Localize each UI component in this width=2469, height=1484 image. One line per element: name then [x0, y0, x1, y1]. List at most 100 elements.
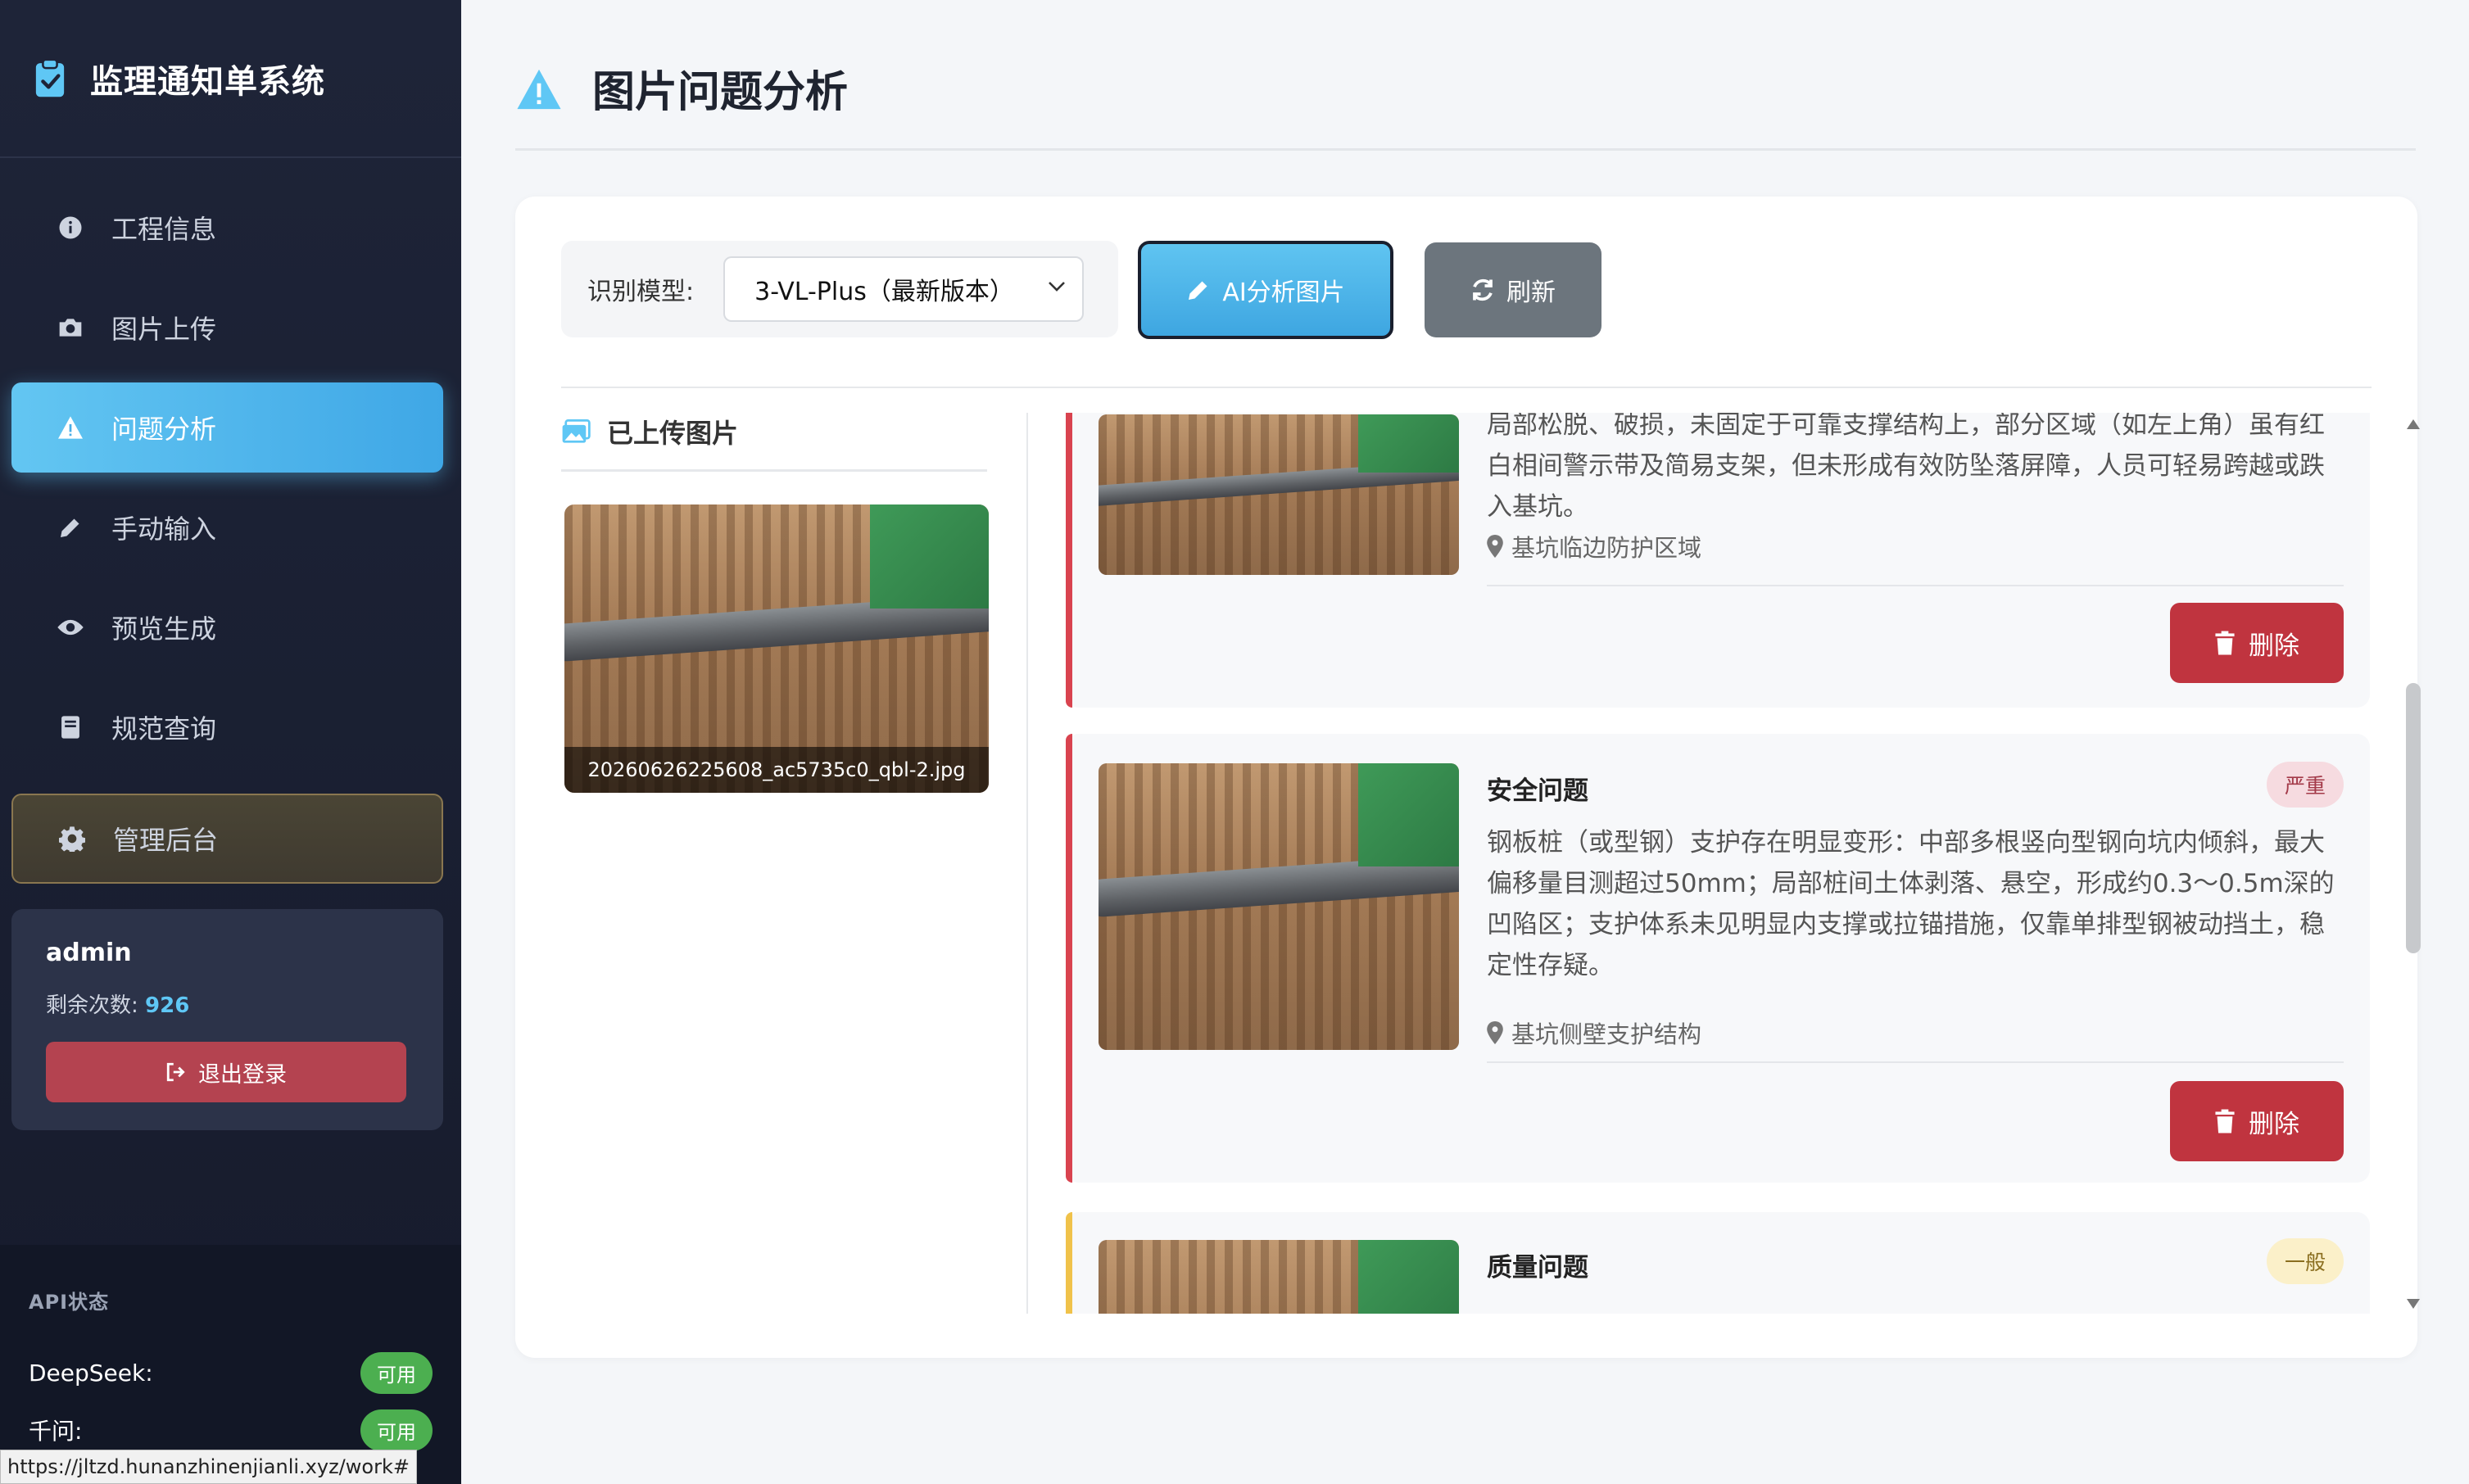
issue-description: 局部松脱、破损，未固定于可靠支撑结构上，部分区域（如左上角）虽有红白相间警示带及…: [1487, 413, 2325, 522]
sidebar-item-label: 管理后台: [113, 825, 219, 856]
page-header: 图片问题分析: [515, 57, 2416, 151]
api-name: 千问:: [29, 1418, 83, 1445]
sidebar-item-preview-generate[interactable]: 预览生成: [11, 582, 443, 672]
camera-icon: [54, 311, 87, 344]
sign-out-icon: [166, 1062, 185, 1082]
logout-button[interactable]: 退出登录: [46, 1042, 406, 1102]
severity-bar: [1066, 413, 1072, 708]
map-marker-icon: [1487, 535, 1503, 558]
sidebar-item-issue-analysis[interactable]: 问题分析: [11, 382, 443, 473]
issue-type: 安全问题: [1487, 776, 1588, 806]
status-badge: 可用: [360, 1351, 433, 1394]
issue-type: 质量问题: [1487, 1253, 1588, 1283]
status-badge: 可用: [360, 1409, 433, 1451]
username: admin: [46, 939, 132, 967]
model-select-value: 3-VL-Plus（最新版本）: [754, 278, 1014, 306]
severity-badge: 严重: [2266, 762, 2344, 808]
issues-list: 局部松脱、破损，未固定于可靠支撑结构上，部分区域（如左上角）虽有红白相间警示带及…: [1066, 413, 2411, 1314]
model-selector-group: 识别模型: 3-VL-Plus（最新版本）: [561, 241, 1118, 337]
analysis-card: 识别模型: 3-VL-Plus（最新版本） AI分析图片 刷新 已上传图片 20…: [515, 197, 2421, 1358]
toolbar: 识别模型: 3-VL-Plus（最新版本） AI分析图片 刷新: [561, 241, 2372, 388]
issue-card: 质量问题 一般: [1066, 1212, 2370, 1314]
scroll-up-arrow-icon[interactable]: [2407, 419, 2420, 429]
app-title: 监理通知单系统: [90, 62, 325, 101]
panel-divider: [1026, 413, 1028, 1314]
sidebar-item-label: 规范查询: [111, 713, 217, 744]
site-photo: [1099, 414, 1459, 575]
sidebar-item-label: 图片上传: [111, 314, 217, 345]
uploaded-images-title: 已上传图片: [561, 409, 987, 472]
gear-icon: [56, 822, 88, 855]
trash-icon: [2215, 631, 2235, 655]
issue-card: 安全问题 严重 钢板桩（或型钢）支护存在明显变形：中部多根竖向型钢向坑内倾斜，最…: [1066, 734, 2370, 1183]
warning-icon: [54, 411, 87, 444]
issue-card: 局部松脱、破损，未固定于可靠支撑结构上，部分区域（如左上角）虽有红白相间警示带及…: [1066, 413, 2370, 708]
clipboard-check-icon: [35, 58, 65, 97]
book-icon: [54, 711, 87, 744]
sidebar-item-admin[interactable]: 管理后台: [11, 794, 443, 884]
uploaded-images-label: 已上传图片: [607, 417, 739, 449]
sidebar-item-image-upload[interactable]: 图片上传: [11, 283, 443, 373]
severity-bar: [1066, 734, 1072, 1183]
uploaded-images-panel: 已上传图片 20260626225608_ac5735c0_qbl-2.jpg: [561, 409, 989, 793]
issues-scrollbar[interactable]: [2404, 413, 2422, 1314]
sidebar-item-manual-input[interactable]: 手动输入: [11, 482, 443, 572]
refresh-label: 刷新: [1506, 278, 1556, 307]
user-card: admin 剩余次数: 926 退出登录: [11, 909, 443, 1130]
api-name: DeepSeek:: [29, 1359, 153, 1387]
issue-location-text: 基坑临边防护区域: [1511, 534, 1702, 562]
delete-button[interactable]: 删除: [2170, 1081, 2344, 1161]
eye-icon: [54, 611, 87, 644]
model-select[interactable]: 3-VL-Plus（最新版本）: [723, 256, 1085, 322]
logout-label: 退出登录: [198, 1061, 287, 1088]
map-marker-icon: [1487, 1021, 1503, 1044]
issue-location: 基坑临边防护区域: [1487, 529, 1701, 563]
api-row-deepseek: DeepSeek: 可用: [29, 1344, 433, 1401]
status-bar-url: https://jltzd.hunanzhinenjianli.xyz/work…: [0, 1450, 417, 1484]
page-title: 图片问题分析: [592, 68, 849, 117]
refresh-button[interactable]: 刷新: [1425, 242, 1601, 337]
chevron-down-icon: [1049, 282, 1066, 292]
trash-icon: [2215, 1109, 2235, 1133]
severity-badge: 一般: [2266, 1238, 2344, 1284]
refresh-icon: [1473, 278, 1493, 301]
api-status-title: API状态: [29, 1291, 110, 1314]
sidebar: 监理通知单系统 工程信息 图片上传 问题分析 手动输入 预览生成 规范查询 管理…: [0, 0, 461, 1484]
scrollbar-thumb[interactable]: [2406, 683, 2421, 953]
uploaded-image-thumbnail[interactable]: 20260626225608_ac5735c0_qbl-2.jpg: [564, 504, 989, 793]
pencil-icon: [1189, 281, 1207, 300]
quota: 剩余次数: 926: [46, 989, 409, 1019]
sidebar-item-project-info[interactable]: 工程信息: [11, 183, 443, 273]
image-filename: 20260626225608_ac5735c0_qbl-2.jpg: [564, 747, 989, 793]
sidebar-item-label: 问题分析: [111, 414, 217, 445]
images-icon: [562, 419, 591, 443]
delete-label: 删除: [2249, 1109, 2299, 1139]
site-photo: [1099, 763, 1459, 1050]
warning-icon: [517, 69, 561, 110]
delete-label: 删除: [2249, 631, 2299, 661]
sidebar-nav: 工程信息 图片上传 问题分析 手动输入 预览生成 规范查询 管理后台: [0, 158, 461, 884]
brand: 监理通知单系统: [0, 0, 461, 158]
issue-location: 基坑侧壁支护结构: [1487, 1016, 1701, 1050]
issue-location-text: 基坑侧壁支护结构: [1511, 1020, 1702, 1048]
sidebar-item-standard-query[interactable]: 规范查询: [11, 682, 443, 772]
sidebar-item-label: 手动输入: [111, 514, 217, 545]
severity-bar: [1066, 1212, 1072, 1314]
sidebar-item-label: 预览生成: [111, 613, 217, 645]
scroll-down-arrow-icon[interactable]: [2407, 1299, 2420, 1309]
issue-description: 钢板桩（或型钢）支护存在明显变形：中部多根竖向型钢向坑内倾斜，最大偏移量目测超过…: [1487, 828, 2335, 980]
info-icon: [54, 211, 87, 244]
ai-analyze-button[interactable]: AI分析图片: [1138, 241, 1393, 339]
issue-separator: [1487, 585, 2344, 586]
ai-analyze-label: AI分析图片: [1222, 278, 1345, 307]
issue-image: [1099, 414, 1459, 575]
quota-value: 926: [145, 993, 190, 1018]
delete-button[interactable]: 删除: [2170, 603, 2344, 683]
sidebar-item-label: 工程信息: [111, 214, 217, 245]
main-content: 图片问题分析 识别模型: 3-VL-Plus（最新版本） AI分析图片 刷新 已…: [461, 0, 2469, 1484]
issue-image: [1099, 1240, 1459, 1314]
pencil-icon: [54, 511, 87, 544]
api-status-panel: API状态 DeepSeek: 可用 千问: 可用: [0, 1245, 461, 1484]
issue-separator: [1487, 1061, 2344, 1063]
issue-image: [1099, 763, 1459, 1050]
